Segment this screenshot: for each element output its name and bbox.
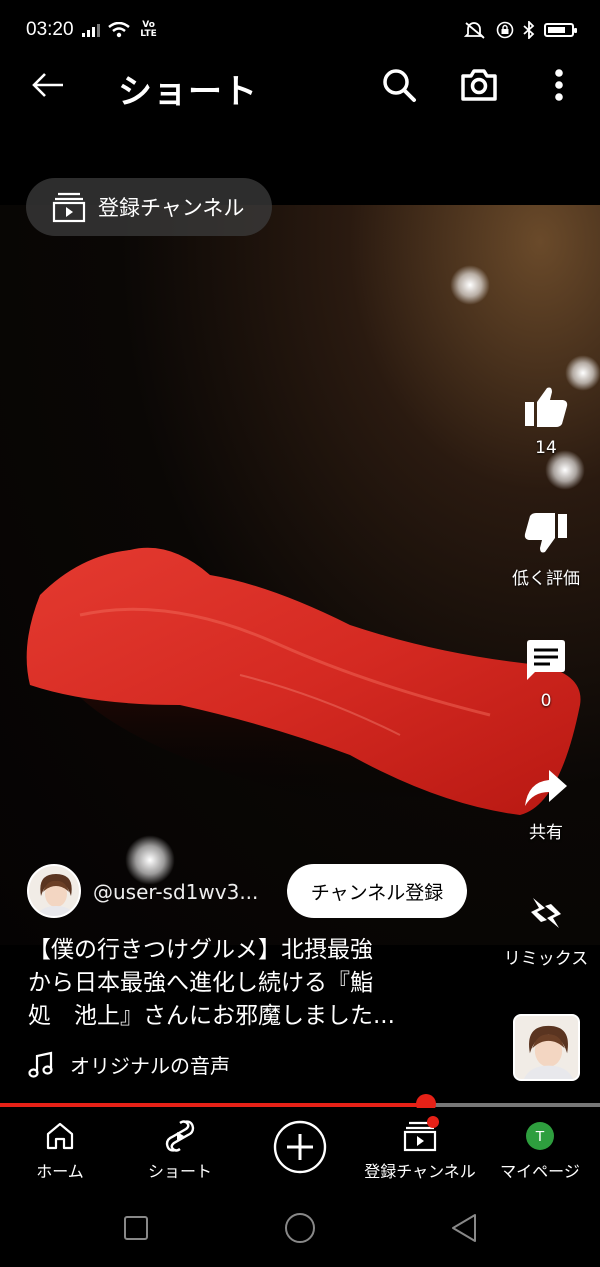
shorts-icon (165, 1120, 195, 1152)
caption-line: から日本最強へ進化し続ける『鮨 (28, 970, 373, 996)
back-arrow-icon (32, 73, 63, 97)
system-navigation-bar (0, 1188, 600, 1267)
avatar-illustration (523, 1025, 574, 1079)
share-label: 共有 (529, 823, 563, 843)
original-sound-link[interactable]: オリジナルの音声 (28, 1050, 230, 1079)
video-progress-bar[interactable] (0, 1094, 600, 1114)
light-reflection (450, 265, 490, 305)
thumbs-down-icon (524, 513, 567, 553)
remix-icon (531, 898, 561, 928)
camera-icon (461, 69, 497, 101)
sound-label: オリジナルの音声 (70, 1054, 230, 1078)
app-bar: ショート (0, 60, 600, 112)
dislike-label: 低く評価 (512, 569, 580, 589)
light-reflection (125, 835, 175, 885)
sound-source-thumbnail[interactable] (513, 1014, 580, 1081)
nav-shorts[interactable]: ショート (120, 1116, 240, 1182)
channel-avatar[interactable] (27, 864, 81, 918)
dislike-button[interactable]: 低く評価 (491, 508, 600, 589)
nav-mypage[interactable]: T マイページ (480, 1116, 600, 1182)
bottom-navigation: ホーム ショート 登録チャンネル T マイページ (0, 1108, 600, 1188)
signal-icon (81, 24, 100, 37)
subscriptions-icon (52, 192, 86, 223)
battery-icon (544, 23, 577, 37)
search-button[interactable] (378, 64, 420, 106)
home-system-button[interactable] (282, 1210, 318, 1246)
more-vert-icon (555, 69, 563, 101)
user-avatar: T (526, 1122, 554, 1150)
square-recents-icon (124, 1216, 148, 1240)
nav-mypage-label: マイページ (500, 1162, 580, 1181)
channel-handle[interactable]: @user-sd1wv3... (93, 880, 258, 904)
subscriptions-pill[interactable]: 登録チャンネル (26, 178, 273, 236)
like-button[interactable]: 14 (491, 382, 600, 458)
back-button[interactable] (28, 65, 68, 105)
comment-count: 0 (540, 691, 552, 711)
back-system-button[interactable] (446, 1210, 482, 1246)
notification-dot (427, 1116, 439, 1128)
progress-fill (0, 1103, 426, 1107)
camera-button[interactable] (458, 64, 500, 106)
lock-rotation-icon (496, 21, 514, 39)
nav-shorts-label: ショート (147, 1162, 212, 1181)
subscribe-button[interactable]: チャンネル登録 (287, 864, 467, 918)
status-time: 03:20 (26, 19, 74, 40)
music-note-icon (28, 1051, 53, 1078)
remix-label: リミックス (503, 949, 589, 969)
recents-button[interactable] (118, 1210, 154, 1246)
comment-button[interactable]: 0 (491, 635, 600, 711)
nav-subscriptions-label: 登録チャンネル (364, 1162, 476, 1181)
nav-create[interactable] (240, 1116, 360, 1178)
circle-home-icon (285, 1213, 315, 1243)
comment-icon (527, 640, 565, 680)
share-button[interactable]: 共有 (491, 762, 600, 843)
bluetooth-icon (523, 21, 535, 39)
share-arrow-icon (525, 770, 567, 806)
remix-button[interactable]: リミックス (491, 888, 600, 969)
thumbs-up-icon (525, 387, 568, 427)
wifi-icon (107, 22, 130, 38)
status-bar: 03:20 Vo LTE (0, 0, 600, 60)
volte-indicator: Vo LTE (140, 20, 157, 39)
subscriptions-pill-label: 登録チャンネル (98, 196, 245, 220)
like-count: 14 (535, 438, 557, 458)
nav-home-label: ホーム (36, 1162, 84, 1181)
nav-home[interactable]: ホーム (0, 1116, 120, 1182)
more-options-button[interactable] (538, 64, 580, 106)
home-icon (46, 1122, 74, 1150)
page-title: ショート (118, 72, 258, 112)
caption-line: 処 池上』さんにお邪魔しました... (28, 1003, 395, 1029)
search-icon (383, 69, 416, 102)
caption-line: 【僕の行きつけグルメ】北摂最強 (28, 937, 373, 963)
mute-icon (464, 22, 485, 39)
video-caption[interactable]: 【僕の行きつけグルメ】北摂最強 から日本最強へ進化し続ける『鮨 処 池上』さんに… (28, 934, 468, 1033)
add-circle-icon (273, 1120, 327, 1174)
triangle-back-icon (452, 1214, 476, 1242)
nav-subscriptions[interactable]: 登録チャンネル (360, 1116, 480, 1182)
